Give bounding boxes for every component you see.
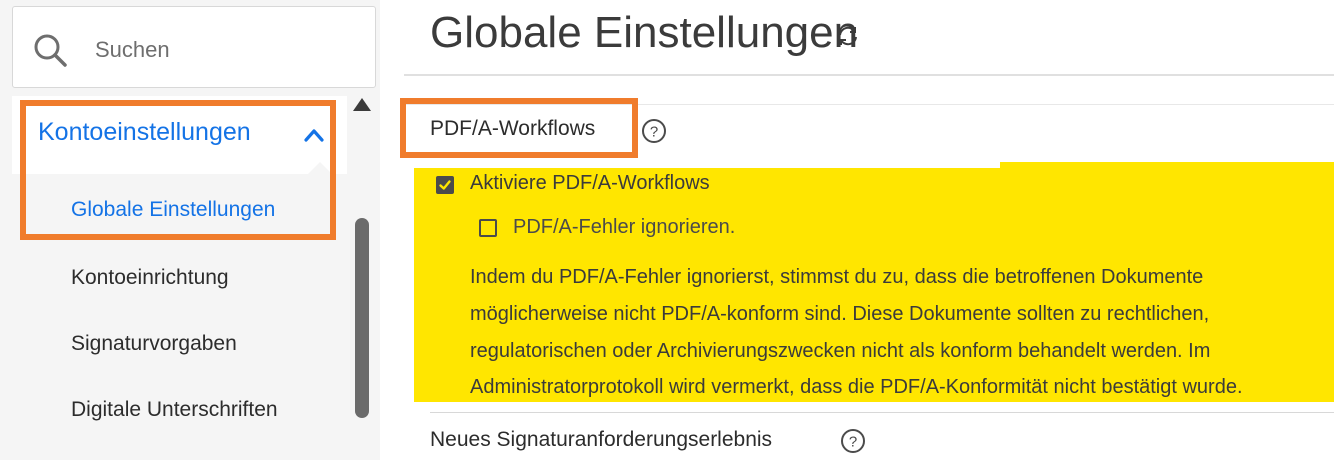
search-icon — [34, 34, 67, 67]
sidebar-item-digitale-unterschriften[interactable]: Digitale Unterschriften — [12, 378, 347, 442]
search-box[interactable]: Suchen — [12, 6, 376, 88]
svg-text:?: ? — [849, 434, 857, 451]
scroll-up-arrow-icon[interactable] — [353, 98, 371, 111]
description-line: regulatorischen oder Archivierungszwecke… — [470, 340, 1211, 362]
scrollbar-thumb[interactable] — [355, 218, 369, 418]
section-divider-bottom — [430, 412, 1334, 413]
search-input[interactable]: Suchen — [95, 37, 170, 63]
title-divider — [404, 74, 1334, 76]
page-title: Globale Einstellungen — [430, 8, 859, 57]
ignore-pdfa-errors-checkbox[interactable] — [479, 219, 497, 237]
pdfa-workflows-label[interactable]: Aktiviere PDF/A-Workflows — [470, 172, 710, 195]
help-icon[interactable]: ? — [840, 428, 866, 454]
ignore-pdfa-errors-label[interactable]: PDF/A-Fehler ignorieren. — [513, 216, 735, 239]
svg-text:?: ? — [650, 124, 658, 141]
description-line: Administratorprotokoll wird vermerkt, da… — [470, 376, 1243, 398]
description-line: Indem du PDF/A-Fehler ignorierst, stimms… — [470, 266, 1204, 288]
pdfa-workflows-checkbox[interactable] — [436, 176, 454, 194]
sidebar-item-signaturvorgaben[interactable]: Signaturvorgaben — [12, 312, 347, 376]
checkmark-icon — [439, 180, 451, 190]
help-icon[interactable]: ? — [641, 118, 667, 144]
section-heading-signature-experience: Neues Signaturanforderungserlebnis — [430, 428, 773, 451]
highlight-box-sidebar — [20, 100, 336, 240]
refresh-icon[interactable] — [836, 24, 860, 48]
description-line: möglicherweise nicht PDF/A-konform sind.… — [470, 303, 1210, 325]
sidebar-item-kontoeinrichtung[interactable]: Kontoeinrichtung — [12, 246, 347, 310]
highlight-box-heading — [400, 98, 638, 158]
